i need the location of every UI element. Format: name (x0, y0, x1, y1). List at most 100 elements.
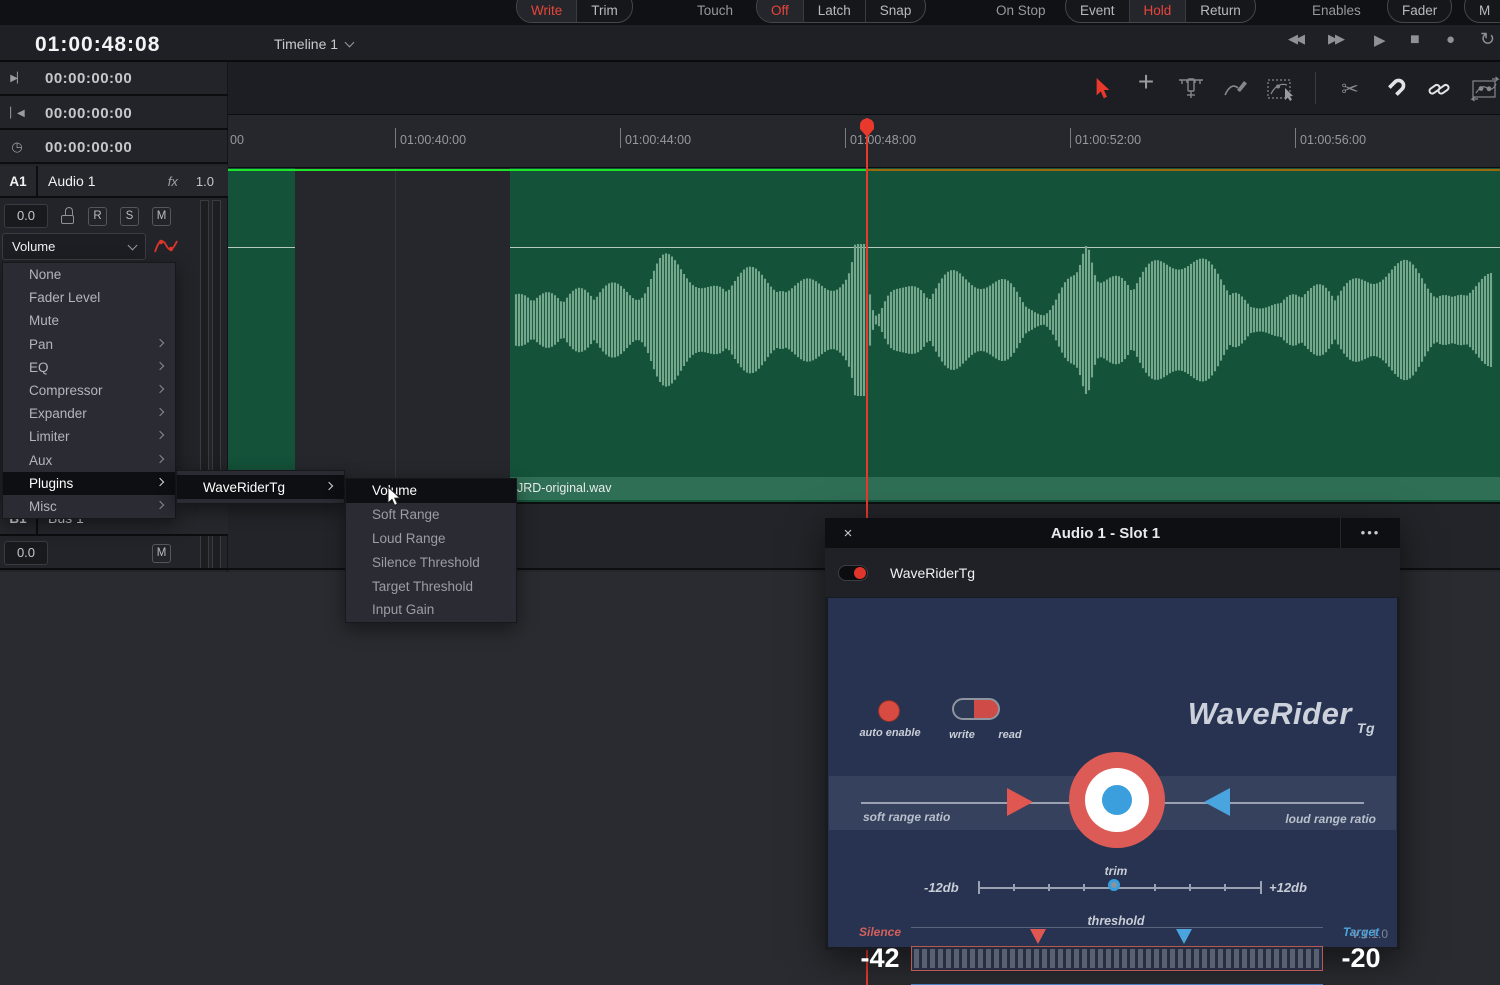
waverider-plugin-ui: auto enable write read WaveRiderTg soft … (827, 597, 1398, 948)
timecode-value[interactable]: 00:00:00:00 (45, 70, 132, 87)
latch-button[interactable]: Latch (803, 0, 865, 22)
hold-button[interactable]: Hold (1129, 0, 1186, 22)
touch-mode-group: Off Latch Snap (756, 0, 926, 23)
menu-item-loud-range[interactable]: Loud Range (346, 527, 516, 551)
flag-keyframe-button[interactable] (1470, 75, 1500, 103)
soft-range-ratio-slider[interactable] (1007, 788, 1033, 816)
menu-item-misc[interactable]: Misc (3, 495, 175, 518)
menu-item-expander[interactable]: Expander (3, 402, 175, 425)
event-button[interactable]: Event (1066, 0, 1129, 22)
record-button[interactable]: ● (1446, 31, 1455, 48)
crosshair-tool-button[interactable]: + (1131, 68, 1161, 96)
range-ratio-band: soft range ratio loud range ratio (829, 776, 1396, 830)
link-button[interactable] (1424, 75, 1454, 103)
timecode-row-duration: ◷ 00:00:00:00 (0, 132, 228, 164)
pen-icon (1223, 78, 1249, 100)
bus-gain-field[interactable]: 0.0 (4, 541, 48, 565)
menu-item-target-threshold[interactable]: Target Threshold (346, 574, 516, 598)
mute-button[interactable]: M (152, 207, 171, 226)
target-control[interactable] (1069, 752, 1165, 848)
enables-label: Enables (1312, 3, 1361, 18)
fx-badge[interactable]: fx (168, 174, 178, 189)
menu-item-none[interactable]: None (3, 263, 175, 286)
snap-magnet-button[interactable] (1380, 75, 1410, 103)
solo-button[interactable]: S (120, 207, 139, 226)
off-button[interactable]: Off (757, 0, 803, 22)
soft-range-ratio-label: soft range ratio (863, 810, 950, 824)
submenu-arrow-icon (156, 338, 164, 346)
menu-item-compressor[interactable]: Compressor (3, 379, 175, 402)
target-threshold-marker[interactable] (1176, 929, 1192, 944)
stop-button[interactable]: ■ (1410, 31, 1420, 49)
audio1-track-header[interactable]: A1 Audio 1 fx 1.0 (0, 166, 228, 198)
menu-item-mute[interactable]: Mute (3, 309, 175, 332)
window-menu-icon[interactable]: ••• (1340, 518, 1400, 548)
threshold-label: threshold (1066, 914, 1166, 928)
lock-icon[interactable] (61, 207, 75, 225)
menu-item-waveridertg[interactable]: WaveRiderTg (177, 475, 344, 499)
menu-item-aux[interactable]: Aux (3, 449, 175, 472)
timeline-selector[interactable]: Timeline 1 (274, 36, 353, 52)
return-button[interactable]: Return (1185, 0, 1255, 22)
menu-item-fader-level[interactable]: Fader Level (3, 286, 175, 309)
cut-tool-button[interactable]: ✂ (1335, 75, 1365, 103)
menu-item-eq[interactable]: EQ (3, 356, 175, 379)
play-button[interactable]: ▶ (1374, 31, 1386, 49)
automation-curve-unplayed[interactable] (867, 169, 1500, 171)
rewind-button[interactable]: ◀◀ (1288, 31, 1302, 47)
write-read-toggle[interactable] (952, 698, 1000, 720)
timecode-value[interactable]: 00:00:00:00 (45, 105, 132, 122)
trim-knob[interactable] (1108, 879, 1120, 891)
playhead-handle[interactable] (859, 118, 875, 138)
plugin-window-titlebar[interactable]: × Audio 1 - Slot 1 ••• (825, 518, 1400, 548)
menu-item-volume[interactable]: Volume (346, 479, 516, 503)
snap-button[interactable]: Snap (865, 0, 926, 22)
menu-item-plugins[interactable]: Plugins (3, 472, 175, 495)
plugin-bypass-toggle[interactable] (838, 565, 868, 581)
pen-tool-button[interactable] (1221, 75, 1251, 103)
loud-range-ratio-slider[interactable] (1204, 788, 1230, 816)
automation-parameter-select[interactable]: Volume (2, 233, 146, 260)
menu-item-pan[interactable]: Pan (3, 333, 175, 356)
track-name[interactable]: Audio 1 (48, 173, 95, 189)
timecode-row-out: ▶▏ 00:00:00:00 (0, 62, 228, 96)
submenu-arrow-icon (156, 362, 164, 370)
close-icon[interactable]: × (825, 525, 871, 542)
track-gain-field[interactable]: 0.0 (4, 204, 48, 228)
audio1-track-lane[interactable]: JRD-original.wav (228, 168, 1500, 502)
timecode-row-in: ▏◀ 00:00:00:00 (0, 98, 228, 130)
menu-item-soft-range[interactable]: Soft Range (346, 503, 516, 527)
track-version: 1.0 (196, 174, 214, 189)
silence-value[interactable]: -42 (840, 943, 920, 974)
curve-select-tool-button[interactable] (1266, 75, 1296, 103)
record-arm-button[interactable]: R (88, 207, 107, 226)
write-mode-button[interactable]: Write (517, 0, 576, 22)
ruler-tick (1295, 128, 1296, 148)
submenu-arrow-icon (156, 385, 164, 393)
read-label: read (980, 729, 1040, 741)
auto-enable-button[interactable] (878, 700, 900, 722)
mute-enable-button[interactable]: M (1465, 0, 1500, 22)
submenu-arrow-icon (156, 431, 164, 439)
timecode-value[interactable]: 00:00:00:00 (45, 139, 132, 156)
menu-item-input-gain[interactable]: Input Gain (346, 598, 516, 622)
target-value[interactable]: -20 (1321, 943, 1401, 974)
ruler-tick (1070, 128, 1071, 148)
menu-item-silence-threshold[interactable]: Silence Threshold (346, 550, 516, 574)
loop-button[interactable]: ↻ (1480, 29, 1495, 50)
pointer-tool-button[interactable] (1088, 75, 1118, 103)
range-tool-button[interactable] (1176, 75, 1206, 103)
write-trim-group: Write Trim (516, 0, 633, 23)
automation-curve-played[interactable] (228, 169, 867, 171)
menu-item-limiter[interactable]: Limiter (3, 425, 175, 448)
trim-label: trim (1066, 864, 1166, 878)
fader-enable-button[interactable]: Fader (1388, 0, 1451, 22)
fast-forward-button[interactable]: ▶▶ (1328, 31, 1342, 47)
trim-mode-button[interactable]: Trim (576, 0, 632, 22)
silence-threshold-marker[interactable] (1030, 929, 1046, 944)
silence-threshold-meter (911, 946, 1323, 971)
submenu-arrow-icon (156, 501, 164, 509)
ruler-tick (620, 128, 621, 148)
bus-mute-button[interactable]: M (152, 544, 171, 563)
automation-curve-icon[interactable] (153, 236, 179, 256)
